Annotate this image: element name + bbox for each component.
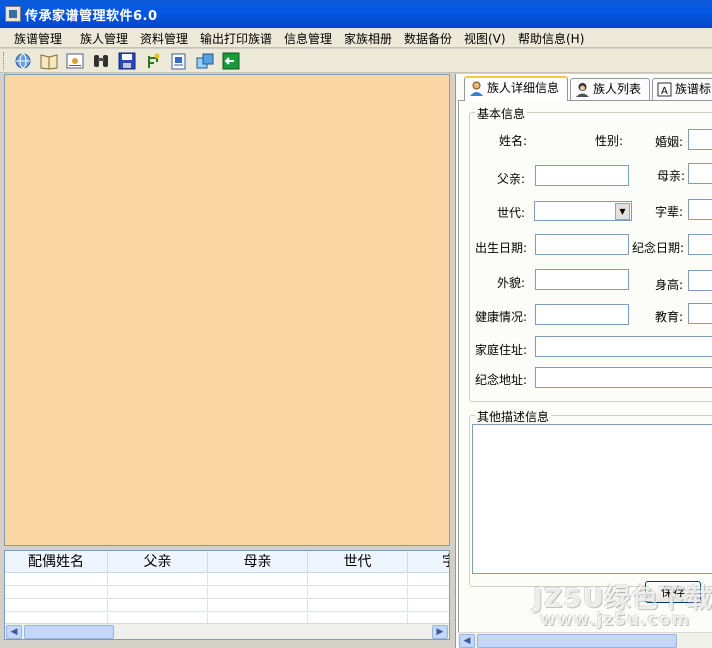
- certificate-icon[interactable]: [65, 52, 85, 70]
- tab-member-detail[interactable]: 族人详细信息: [464, 76, 568, 101]
- gender-label: 性别:: [595, 134, 624, 148]
- menu-bar: 族谱管理 族人管理 资料管理 输出打印族谱 信息管理 家族相册 数据备份 视图(…: [0, 28, 712, 48]
- menu-info[interactable]: 信息管理: [282, 30, 334, 47]
- title-bar: 传承家谱管理软件6.0: [0, 0, 712, 28]
- menu-view[interactable]: 视图(V): [462, 30, 508, 47]
- save-disk-icon[interactable]: [117, 52, 137, 70]
- globe-icon[interactable]: [13, 52, 33, 70]
- svg-text:A: A: [661, 86, 668, 97]
- watermark-url: www.jz5u.com: [540, 610, 691, 630]
- courtesy-name-field[interactable]: [688, 199, 712, 220]
- column-header-generation[interactable]: 世代: [308, 551, 408, 573]
- table-row[interactable]: [5, 600, 449, 612]
- tab-member-list[interactable]: 族人列表: [570, 78, 650, 100]
- appearance-field[interactable]: [535, 269, 629, 290]
- text-box-icon: A: [657, 82, 672, 97]
- menu-album[interactable]: 家族相册: [342, 30, 394, 47]
- menu-genealogy[interactable]: 族谱管理: [12, 30, 64, 47]
- menu-print[interactable]: 输出打印族谱: [198, 30, 274, 47]
- tab-label: 族谱标: [675, 82, 712, 96]
- book-icon[interactable]: [39, 52, 59, 70]
- table-row[interactable]: [5, 587, 449, 599]
- memorial-date-field[interactable]: [688, 234, 712, 255]
- scroll-left-icon[interactable]: ◀: [6, 625, 22, 639]
- toolbar-grip[interactable]: [3, 52, 6, 70]
- courtesy-name-label: 字辈:: [655, 205, 684, 219]
- spouse-grid[interactable]: 配偶姓名 父亲 母亲 世代 字 ◀ ▶: [4, 550, 450, 640]
- grid-horizontal-scrollbar[interactable]: ◀ ▶: [5, 623, 449, 639]
- father-label: 父亲:: [497, 172, 526, 186]
- description-textarea[interactable]: [472, 424, 712, 574]
- address-field[interactable]: [535, 336, 712, 357]
- grid-header: 配偶姓名 父亲 母亲 世代 字: [5, 551, 449, 573]
- window-title: 传承家谱管理软件6.0: [25, 9, 158, 24]
- marriage-field[interactable]: [688, 129, 712, 150]
- tab-label: 族人详细信息: [487, 81, 560, 95]
- people-icon: [575, 82, 590, 97]
- other-info-title: 其他描述信息: [475, 408, 552, 425]
- health-field[interactable]: [535, 304, 629, 325]
- tree-branch-icon[interactable]: [143, 52, 163, 70]
- basic-info-group: [469, 112, 712, 402]
- column-header-spouse[interactable]: 配偶姓名: [5, 551, 108, 573]
- document-print-icon[interactable]: [169, 52, 189, 70]
- basic-info-title: 基本信息: [475, 105, 528, 122]
- column-header-courtesy[interactable]: 字: [408, 551, 449, 573]
- memorial-date-label: 纪念日期:: [632, 241, 685, 255]
- health-label: 健康情况:: [475, 310, 528, 324]
- generation-select[interactable]: ▼: [534, 201, 632, 221]
- member-detail-panel: 族人详细信息 族人列表 A 族谱标 基本信息 姓名: 性别: 婚姻: 父亲: 母…: [455, 74, 712, 648]
- scroll-right-icon[interactable]: ▶: [432, 625, 448, 639]
- scrollbar-thumb[interactable]: [477, 634, 677, 648]
- address-label: 家庭住址:: [475, 343, 528, 357]
- binoculars-icon[interactable]: [91, 52, 111, 70]
- table-row[interactable]: [5, 574, 449, 586]
- menu-materials[interactable]: 资料管理: [138, 30, 190, 47]
- appearance-label: 外貌:: [497, 276, 526, 290]
- toolbar: [0, 49, 712, 73]
- scrollbar-thumb[interactable]: [24, 625, 114, 639]
- generation-label: 世代:: [497, 206, 526, 220]
- family-tree-canvas[interactable]: [4, 74, 450, 546]
- column-header-father[interactable]: 父亲: [108, 551, 208, 573]
- name-label: 姓名:: [499, 134, 528, 148]
- height-field[interactable]: [688, 270, 712, 291]
- menu-members[interactable]: 族人管理: [78, 30, 130, 47]
- education-label: 教育:: [655, 310, 684, 324]
- app-icon: [5, 6, 21, 22]
- father-field[interactable]: [535, 165, 629, 186]
- scroll-left-icon[interactable]: ◀: [459, 634, 475, 648]
- tab-genealogy-book[interactable]: A 族谱标: [652, 78, 712, 100]
- windows-cascade-icon[interactable]: [195, 52, 215, 70]
- exit-icon[interactable]: [221, 52, 241, 70]
- menu-help[interactable]: 帮助信息(H): [516, 30, 586, 47]
- tab-content: 基本信息 姓名: 性别: 婚姻: 父亲: 母亲: 世代: ▼ 字辈: 出生日期:…: [458, 100, 712, 648]
- marriage-label: 婚姻:: [655, 135, 684, 149]
- birth-date-label: 出生日期:: [475, 241, 528, 255]
- tab-label: 族人列表: [593, 82, 642, 96]
- mother-label: 母亲:: [657, 169, 686, 183]
- panel-horizontal-scrollbar[interactable]: ◀: [458, 632, 712, 648]
- chevron-down-icon[interactable]: ▼: [615, 203, 630, 220]
- memorial-address-field[interactable]: [535, 367, 712, 388]
- education-field[interactable]: [688, 303, 712, 324]
- column-header-mother[interactable]: 母亲: [208, 551, 308, 573]
- height-label: 身高:: [655, 278, 684, 292]
- person-icon: [469, 81, 484, 96]
- memorial-address-label: 纪念地址:: [475, 373, 528, 387]
- menu-backup[interactable]: 数据备份: [402, 30, 454, 47]
- birth-date-field[interactable]: [535, 234, 629, 255]
- mother-field[interactable]: [688, 163, 712, 184]
